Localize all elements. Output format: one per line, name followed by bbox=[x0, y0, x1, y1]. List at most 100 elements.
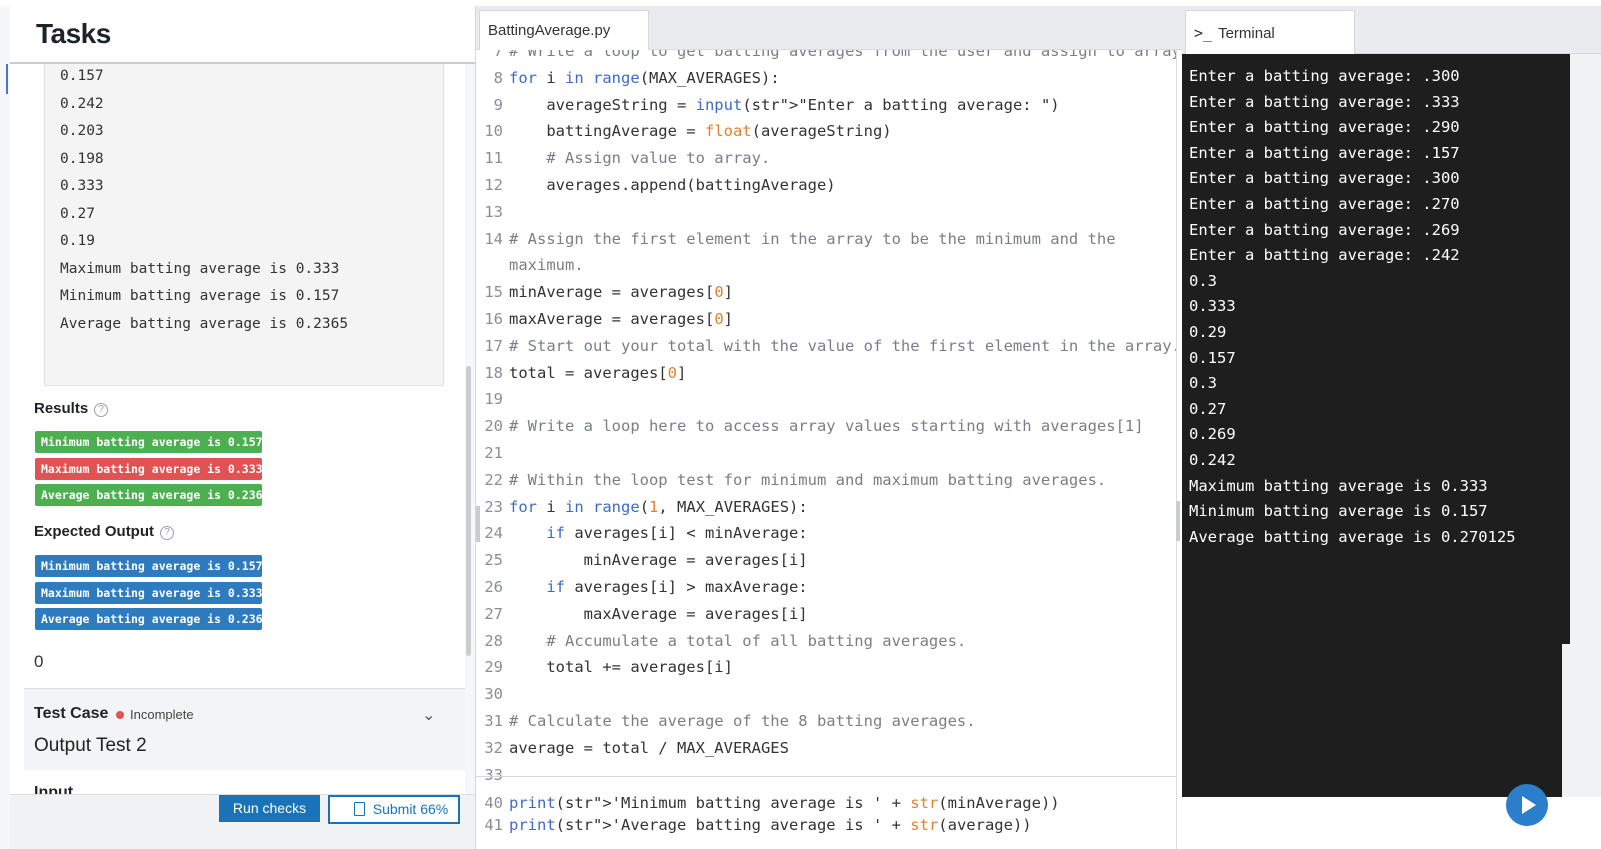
code-text: total += averages[i] bbox=[509, 658, 733, 677]
code-line[interactable]: 23 for i in range(1, MAX_AVERAGES): bbox=[476, 494, 1176, 520]
submit-button[interactable]: Submit 66% bbox=[328, 795, 460, 824]
code-line[interactable]: 22 # Within the loop test for minimum and… bbox=[476, 467, 1176, 493]
tab-batting-average-py[interactable]: BattingAverage.py bbox=[479, 10, 649, 50]
panel-resize-handle[interactable] bbox=[476, 506, 480, 542]
run-checks-button[interactable]: Run checks bbox=[219, 795, 320, 822]
terminal-tab-label: Terminal bbox=[1218, 25, 1275, 42]
code-line[interactable]: 21 bbox=[476, 440, 1176, 466]
line-number: 19 bbox=[484, 390, 503, 409]
code-text: # Write a loop here to access array valu… bbox=[509, 417, 1144, 436]
terminal-line: Maximum batting average is 0.333 bbox=[1189, 476, 1488, 495]
result-badge: Minimum batting average is 0.157 bbox=[35, 431, 262, 453]
line-number: 41 bbox=[484, 816, 503, 834]
code-line[interactable]: 41 print(str">'Average batting average is… bbox=[476, 812, 1176, 838]
code-line[interactable]: 25 minAverage = averages[i] bbox=[476, 547, 1176, 573]
terminal-line: 0.157 bbox=[1189, 348, 1236, 367]
line-number: 17 bbox=[484, 336, 503, 355]
line-number: 24 bbox=[484, 524, 503, 543]
code-line[interactable]: 14 # Assign the first element in the arra… bbox=[476, 226, 1176, 252]
code-line[interactable]: 7 # Write a loop to get batting averages … bbox=[476, 50, 1176, 64]
document-icon bbox=[353, 802, 365, 816]
code-line[interactable]: 18 total = averages[0] bbox=[476, 360, 1176, 386]
code-text: for i in range(MAX_AVERAGES): bbox=[509, 68, 780, 87]
terminal-line: 0.29 bbox=[1189, 323, 1227, 341]
code-line[interactable]: 28 # Accumulate a total of all batting a… bbox=[476, 628, 1176, 654]
terminal-screen[interactable]: Enter a batting average: .300 Enter a bat… bbox=[1182, 54, 1562, 797]
code-text: minAverage = averages[i] bbox=[509, 551, 808, 570]
output-line: Minimum batting average is 0.157 bbox=[60, 288, 340, 304]
terminal-tab-bar: >_ Terminal bbox=[1182, 6, 1601, 54]
line-number: 30 bbox=[484, 685, 503, 704]
code-line[interactable]: 30 bbox=[476, 681, 1176, 707]
code-text: # Assign the first element in the array … bbox=[509, 229, 1116, 248]
terminal-line: Enter a batting average: .300 bbox=[1189, 169, 1460, 188]
line-number: 11 bbox=[484, 149, 503, 168]
terminal-line: Enter a batting average: .290 bbox=[1189, 118, 1460, 137]
code-line[interactable]: 8 for i in range(MAX_AVERAGES): bbox=[476, 65, 1176, 91]
code-text: maxAverage = averages[0] bbox=[509, 310, 733, 328]
code-line[interactable]: 26 if averages[i] > maxAverage: bbox=[476, 574, 1176, 600]
code-text: # Calculate the average of the 8 batting… bbox=[509, 712, 976, 730]
code-text: battingAverage = float(averageString) bbox=[509, 122, 892, 141]
help-icon[interactable]: ? bbox=[160, 526, 175, 540]
expected-badge: Minimum batting average is 0.157 bbox=[35, 555, 262, 577]
code-line[interactable]: 13 bbox=[476, 199, 1176, 225]
output-line: 0.19 bbox=[60, 233, 95, 249]
code-text: if averages[i] > maxAverage: bbox=[546, 578, 808, 596]
tasks-body[interactable]: 0.157 0.242 0.203 0.198 0.333 0.27 0.19 Maximum… bbox=[10, 64, 465, 824]
tab-terminal[interactable]: >_ Terminal bbox=[1185, 10, 1355, 54]
line-number: 14 bbox=[484, 229, 503, 248]
code-line[interactable]: 24 if averages[i] < minAverage: bbox=[476, 520, 1176, 546]
play-icon[interactable] bbox=[1506, 784, 1548, 826]
terminal-scrollbar[interactable] bbox=[1562, 54, 1601, 797]
line-number: 31 bbox=[484, 712, 503, 730]
line-number: 32 bbox=[484, 738, 503, 757]
code-line[interactable]: 19 bbox=[476, 386, 1176, 412]
code-text: for i in range(1, MAX_AVERAGES): bbox=[509, 497, 808, 516]
code-line[interactable]: 17 # Start out your total with the value … bbox=[476, 333, 1176, 359]
code-line[interactable]: 20 # Write a loop here to access array va… bbox=[476, 413, 1176, 439]
terminal-line: Enter a batting average: .333 bbox=[1189, 92, 1460, 111]
code-line[interactable]: 11 # Assign value to array. bbox=[476, 145, 1176, 171]
tasks-scrollbar[interactable] bbox=[466, 366, 471, 656]
code-line[interactable]: 15 minAverage = averages[0] bbox=[476, 279, 1176, 305]
code-line[interactable]: maximum. bbox=[476, 252, 1176, 278]
chevron-down-icon[interactable]: ⌄ bbox=[422, 705, 435, 725]
editor-tab-bar: BattingAverage.py bbox=[476, 6, 1182, 50]
terminal-scroll-thumb[interactable] bbox=[1562, 54, 1570, 644]
editor-resize-handle[interactable] bbox=[1176, 501, 1180, 541]
terminal-line: 0.3 bbox=[1189, 374, 1217, 393]
results-label: Results bbox=[34, 400, 89, 417]
terminal-line: 0.242 bbox=[1189, 451, 1236, 469]
code-text: if averages[i] < minAverage: bbox=[546, 524, 808, 543]
result-badge: Average batting average is 0.236 bbox=[35, 484, 262, 506]
status-dot-icon bbox=[116, 711, 124, 719]
code-text: maximum. bbox=[509, 256, 584, 275]
code-line[interactable]: 9 averageString = input(str">"Enter a ba… bbox=[476, 92, 1176, 118]
output-line: 0.242 bbox=[60, 95, 104, 112]
output-line: 0.157 bbox=[60, 68, 104, 84]
code-line[interactable]: 32 average = total / MAX_AVERAGES bbox=[476, 735, 1176, 761]
score-value: 0 bbox=[34, 652, 44, 671]
active-indicator bbox=[6, 64, 8, 94]
code-text: minAverage = averages[0] bbox=[509, 283, 733, 302]
output-line: 0.203 bbox=[60, 123, 104, 139]
code-line[interactable]: 12 averages.append(battingAverage) bbox=[476, 172, 1176, 198]
expected-output-heading: Expected Output? bbox=[34, 523, 175, 540]
tasks-title: Tasks bbox=[36, 18, 111, 49]
code-area[interactable]: 7 # Write a loop to get batting averages … bbox=[476, 50, 1176, 849]
code-line[interactable]: 10 battingAverage = float(averageString) bbox=[476, 118, 1176, 144]
code-text: # Within the loop test for minimum and m… bbox=[509, 470, 1107, 489]
test-case-card[interactable]: Test Case Incomplete ⌄ Output Test 2 bbox=[24, 688, 465, 770]
code-text: # Start out your total with the value of… bbox=[509, 336, 1176, 355]
terminal-line: 0.27 bbox=[1189, 399, 1227, 418]
code-line[interactable]: 16 maxAverage = averages[0] bbox=[476, 306, 1176, 332]
help-icon[interactable]: ? bbox=[94, 403, 109, 417]
code-line[interactable]: 31 # Calculate the average of the 8 batti… bbox=[476, 708, 1176, 734]
output-line: 0.333 bbox=[60, 178, 104, 194]
test-case-label: Test Case bbox=[34, 705, 109, 722]
code-text: # Write a loop to get batting averages f… bbox=[509, 50, 1176, 60]
line-number: 23 bbox=[484, 497, 503, 516]
code-line[interactable]: 27 maxAverage = averages[i] bbox=[476, 601, 1176, 627]
code-line[interactable]: 29 total += averages[i] bbox=[476, 654, 1176, 680]
